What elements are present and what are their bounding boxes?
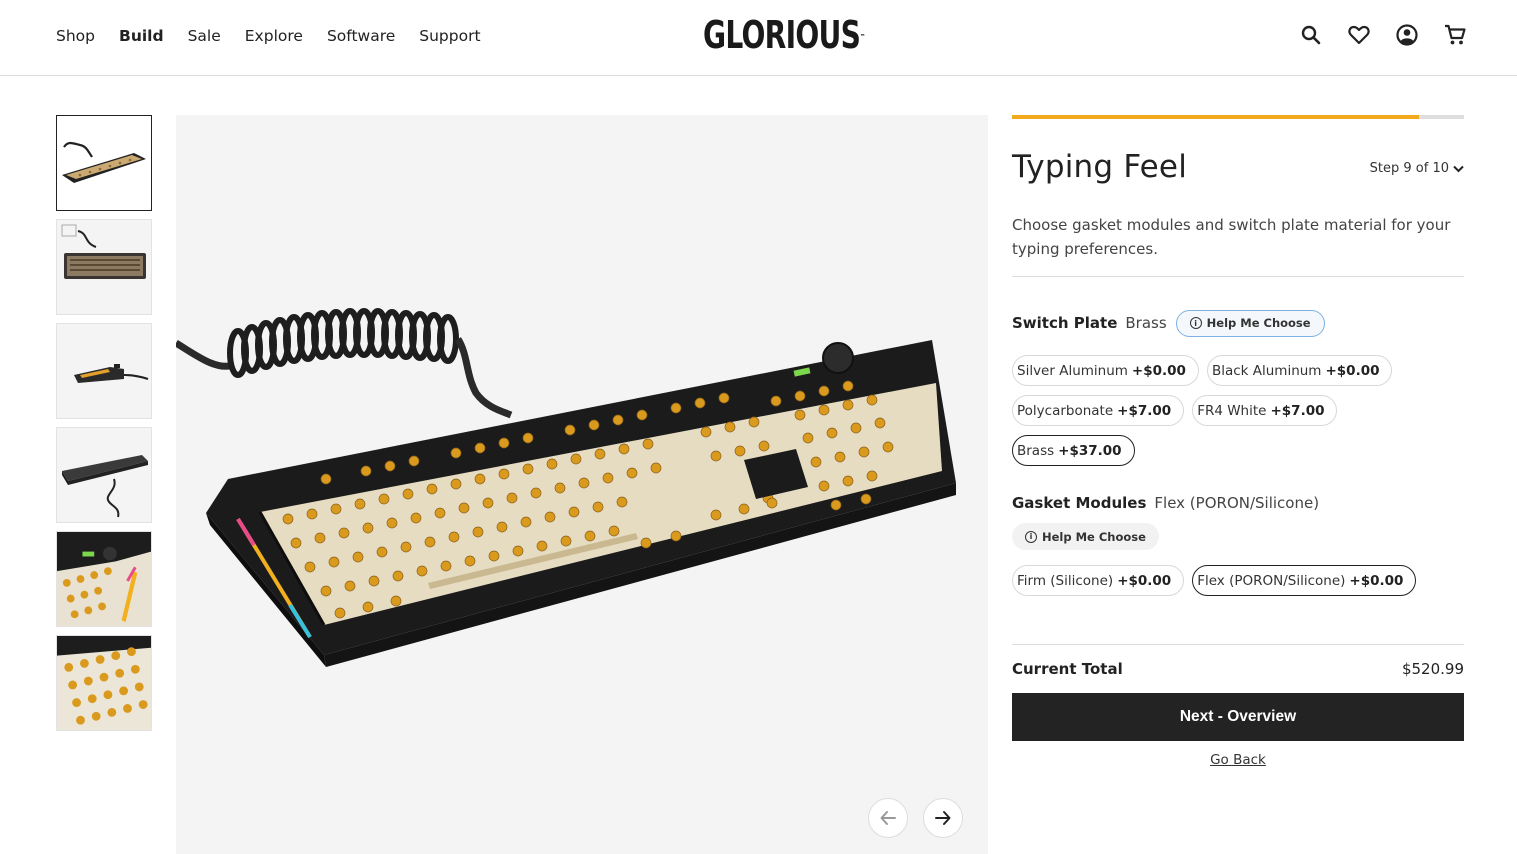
next-overview-button[interactable]: Next - Overview [1012,693,1464,741]
step-title: Typing Feel [1012,149,1188,185]
thumbnail-4[interactable] [56,427,152,523]
option-firm-silicone[interactable]: Firm (Silicone) +$0.00 [1012,565,1185,596]
gasket-help-row: i Help Me Choose [1012,523,1464,550]
info-icon: i [1025,530,1037,543]
cart-icon[interactable] [1442,22,1468,48]
option-name: Brass [1017,442,1055,459]
current-total-row: Current Total $520.99 [1012,645,1464,693]
search-icon[interactable] [1298,22,1324,48]
main-nav: Shop Build Sale Explore Software Support [56,24,505,48]
option-price: +$7.00 [1270,402,1325,419]
step-progress-bar [1012,115,1464,119]
switch-plate-help-button[interactable]: i Help Me Choose [1175,309,1325,337]
thumbnail-6[interactable] [56,635,152,731]
nav-build[interactable]: Build [119,24,164,48]
option-name: Flex (PORON/Silicone) [1197,572,1346,589]
step-selector[interactable]: Step 9 of 10 [1370,161,1464,176]
option-name: FR4 White [1197,402,1267,419]
help-label: Help Me Choose [1042,529,1146,544]
help-label: Help Me Choose [1206,316,1311,330]
option-flex-poron-silicone[interactable]: Flex (PORON/Silicone) +$0.00 [1192,565,1417,596]
configurator-panel: Typing Feel Step 9 of 10 Choose gasket m… [1012,115,1464,768]
option-name: Black Aluminum [1211,362,1322,379]
option-name: Silver Aluminum [1017,362,1128,379]
gasket-modules-label: Gasket Modules [1012,494,1147,512]
title-row: Typing Feel Step 9 of 10 [1012,149,1464,209]
logo-trademark: ™ [860,33,866,41]
option-price: +$0.00 [1117,572,1172,589]
arrow-left-icon [880,811,896,825]
go-back-link[interactable]: Go Back [1012,752,1464,768]
main-product-image [176,115,988,854]
option-price: +$7.00 [1117,402,1172,419]
option-polycarbonate[interactable]: Polycarbonate +$7.00 [1012,395,1185,426]
nav-sale[interactable]: Sale [188,24,221,48]
switch-plate-label: Switch Plate [1012,314,1118,332]
option-price: +$0.00 [1325,362,1380,379]
thumbnail-3[interactable] [56,323,152,419]
option-price: +$0.00 [1131,362,1186,379]
option-black-aluminum[interactable]: Black Aluminum +$0.00 [1206,355,1393,386]
option-fr4-white[interactable]: FR4 White +$7.00 [1192,395,1338,426]
gasket-modules-options: Firm (Silicone) +$0.00 Flex (PORON/Silico… [1012,565,1464,596]
site-header: Shop Build Sale Explore Software Support… [0,0,1517,76]
progress-fill [1012,115,1419,119]
gasket-modules-selected: Flex (PORON/Silicone) [1154,494,1320,512]
account-icon[interactable] [1394,22,1420,48]
option-price: +$0.00 [1349,572,1404,589]
option-name: Firm (Silicone) [1017,572,1114,589]
logo-text: GLORIOUS [703,13,861,57]
divider [1012,276,1464,277]
option-silver-aluminum[interactable]: Silver Aluminum +$0.00 [1012,355,1199,386]
next-image-button[interactable] [923,798,963,838]
prev-image-button[interactable] [868,798,908,838]
switch-plate-selected: Brass [1125,314,1167,332]
thumbnail-list [56,115,152,739]
switch-plate-header: Switch Plate Brass i Help Me Choose [1012,309,1464,337]
brand-logo[interactable]: GLORIOUS™ [703,13,865,57]
current-total-value: $520.99 [1401,660,1464,678]
nav-support[interactable]: Support [419,24,480,48]
switch-plate-options: Silver Aluminum +$0.00 Black Aluminum +$0.… [1012,355,1464,466]
option-price: +$37.00 [1058,442,1122,459]
info-icon: i [1189,317,1202,329]
arrow-right-icon [935,811,951,825]
nav-software[interactable]: Software [327,24,395,48]
header-icons [1298,22,1468,48]
gasket-modules-header: Gasket Modules Flex (PORON/Silicone) [1012,489,1464,517]
nav-shop[interactable]: Shop [56,24,95,48]
thumbnail-1[interactable] [56,115,152,211]
chevron-down-icon [1453,165,1464,172]
nav-explore[interactable]: Explore [245,24,303,48]
thumbnail-5[interactable] [56,531,152,627]
thumbnail-2[interactable] [56,219,152,315]
step-indicator: Step 9 of 10 [1369,161,1449,176]
heart-icon[interactable] [1346,22,1372,48]
option-brass[interactable]: Brass +$37.00 [1012,435,1135,466]
option-name: Polycarbonate [1017,402,1114,419]
step-description: Choose gasket modules and switch plate m… [1012,216,1451,258]
gasket-modules-help-button[interactable]: i Help Me Choose [1012,523,1159,550]
keyboard-illustration [176,308,956,667]
current-total-label: Current Total [1012,660,1123,678]
